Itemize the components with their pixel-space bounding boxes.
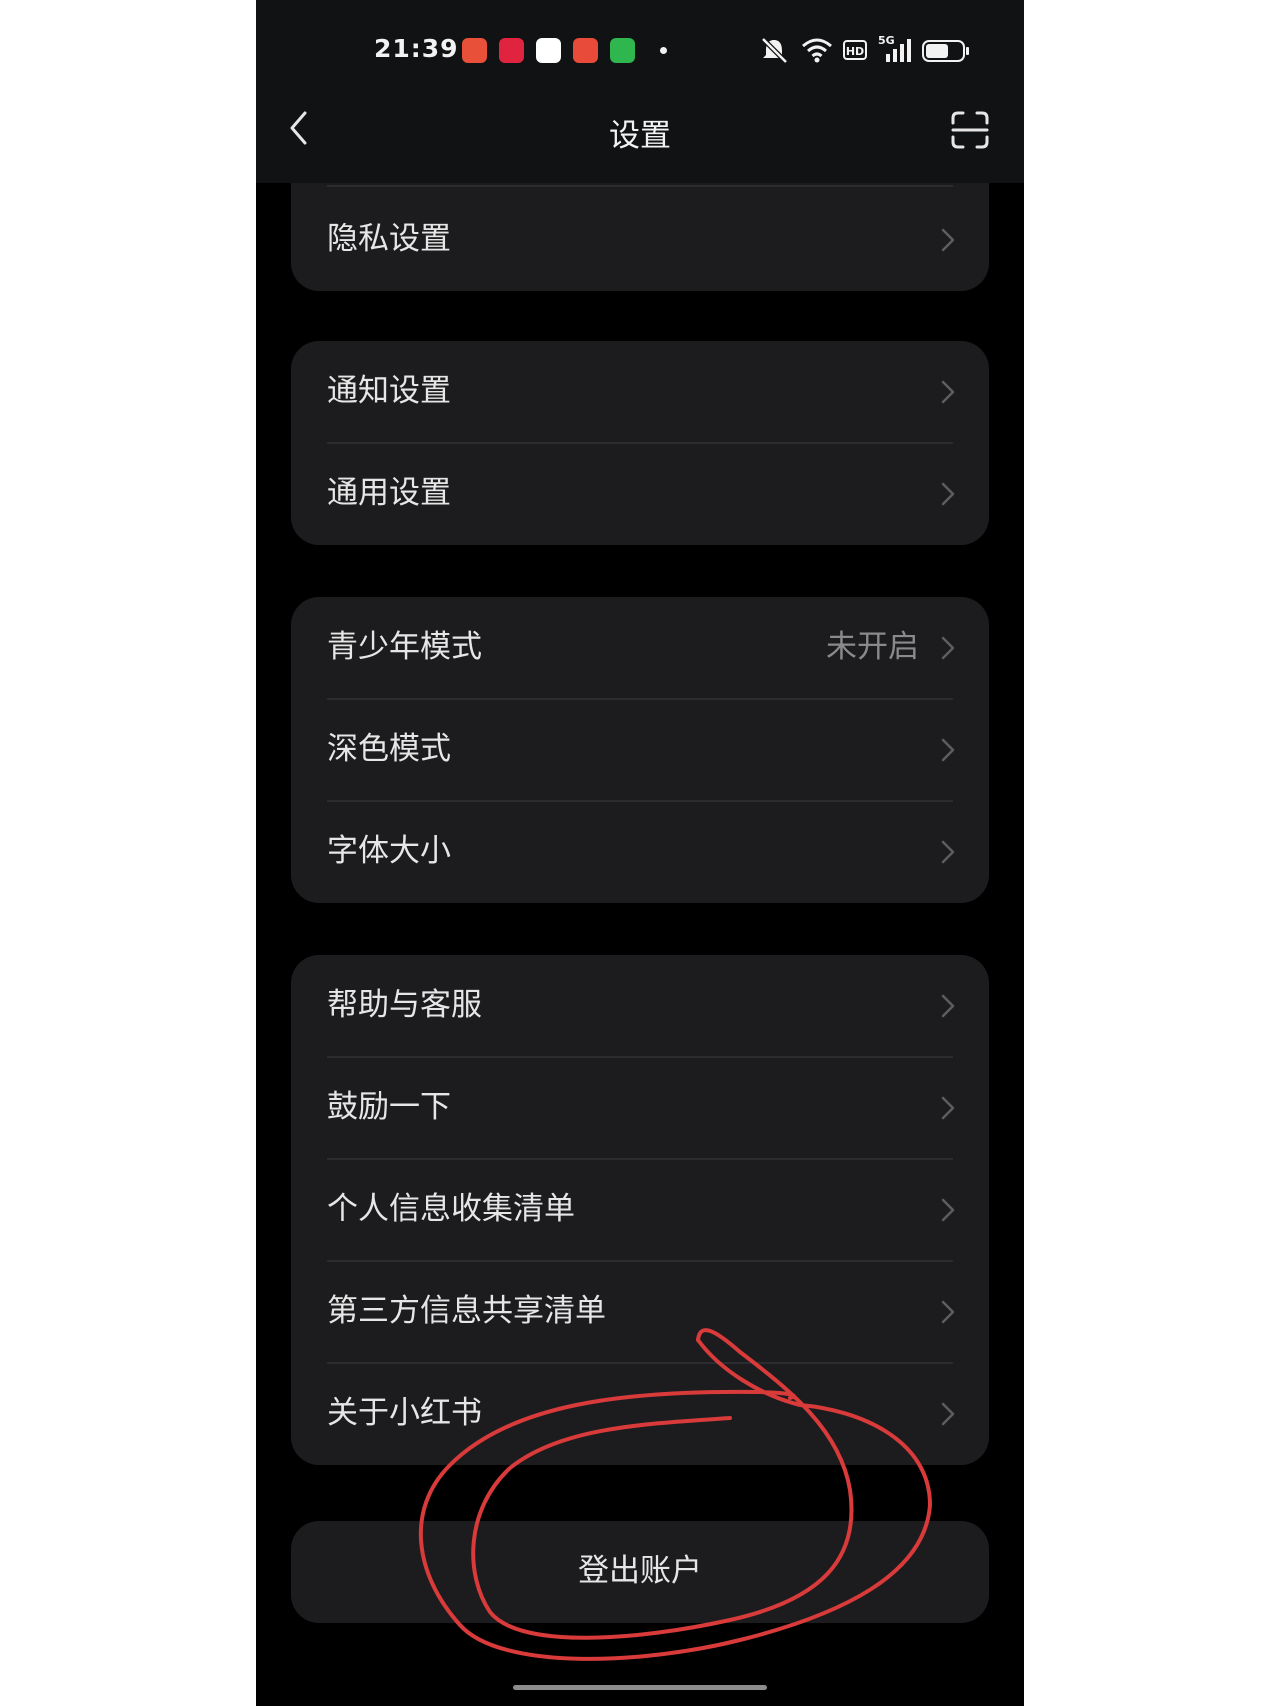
menu-item-privacy[interactable]: 隐私设置 xyxy=(291,189,989,291)
menu-item-third-party-sharing[interactable]: 第三方信息共享清单 xyxy=(291,1261,989,1363)
battery-icon xyxy=(922,40,969,62)
shopping-app-icon xyxy=(610,38,635,63)
logout-button[interactable]: 登出账户 xyxy=(291,1521,989,1623)
settings-group-about: 帮助与客服 鼓励一下 个人信息收集清单 第三方信息共享清单 关于小红书 xyxy=(291,955,989,1465)
signal-icon xyxy=(886,39,911,62)
scan-icon[interactable] xyxy=(951,111,989,149)
home-indicator xyxy=(513,1685,767,1690)
menu-item-personal-info-list[interactable]: 个人信息收集清单 xyxy=(291,1159,989,1261)
chevron-right-icon xyxy=(941,1198,955,1222)
chevron-right-icon xyxy=(941,1300,955,1324)
status-bar: 21:39 HD 5G xyxy=(256,0,1024,75)
settings-group-notification-general: 通知设置 通用设置 xyxy=(291,341,989,545)
chevron-right-icon xyxy=(941,482,955,506)
menu-item-label: 帮助与客服 xyxy=(327,987,482,1023)
menu-item-label: 青少年模式 xyxy=(327,629,482,665)
teen-mode-status: 未开启 xyxy=(826,629,919,665)
svg-text:HD: HD xyxy=(846,45,864,58)
hd-icon: HD xyxy=(843,40,867,60)
music-app-icon xyxy=(462,38,487,63)
menu-item-help[interactable]: 帮助与客服 xyxy=(291,955,989,1057)
chevron-right-icon xyxy=(941,380,955,404)
chevron-right-icon xyxy=(941,1402,955,1426)
wifi-icon xyxy=(802,38,832,63)
phone-screen: 21:39 HD 5G 设置 隐私设置 通知设置 通用设置 青少年模式 未开启 … xyxy=(256,0,1024,1706)
meituan-app-icon xyxy=(573,38,598,63)
menu-item-label: 通用设置 xyxy=(327,475,451,511)
chevron-right-icon xyxy=(941,994,955,1018)
menu-item-encourage[interactable]: 鼓励一下 xyxy=(291,1057,989,1159)
chevron-right-icon xyxy=(941,1096,955,1120)
menu-item-general[interactable]: 通用设置 xyxy=(291,443,989,545)
settings-group-display: 青少年模式 未开启 深色模式 字体大小 xyxy=(291,597,989,903)
menu-item-label: 隐私设置 xyxy=(327,221,451,257)
nav-bar: 设置 xyxy=(256,75,1024,183)
settings-group-privacy: 隐私设置 xyxy=(291,183,989,291)
page-title: 设置 xyxy=(609,118,671,154)
menu-item-label: 深色模式 xyxy=(327,731,451,767)
menu-item-notification[interactable]: 通知设置 xyxy=(291,341,989,443)
notification-dot xyxy=(660,47,667,54)
logout-label: 登出账户 xyxy=(578,1553,702,1589)
chevron-right-icon xyxy=(941,228,955,252)
chevron-right-icon xyxy=(941,636,955,660)
menu-item-label: 通知设置 xyxy=(327,373,451,409)
menu-item-label: 字体大小 xyxy=(327,833,451,869)
menu-item-label: 关于小红书 xyxy=(327,1395,482,1431)
xiaohongshu-app-icon xyxy=(499,38,524,63)
menu-item-teen-mode[interactable]: 青少年模式 未开启 xyxy=(291,597,989,699)
menu-item-label: 个人信息收集清单 xyxy=(327,1191,575,1227)
mute-icon xyxy=(761,37,788,64)
chevron-right-icon xyxy=(941,840,955,864)
menu-item-label: 鼓励一下 xyxy=(327,1089,451,1125)
chevron-right-icon xyxy=(941,738,955,762)
browser-app-icon xyxy=(536,38,561,63)
menu-item-font-size[interactable]: 字体大小 xyxy=(291,801,989,903)
menu-item-about[interactable]: 关于小红书 xyxy=(291,1363,989,1465)
menu-item-dark-mode[interactable]: 深色模式 xyxy=(291,699,989,801)
divider xyxy=(327,185,953,187)
menu-item-label: 第三方信息共享清单 xyxy=(327,1293,606,1329)
status-time: 21:39 xyxy=(374,34,459,63)
